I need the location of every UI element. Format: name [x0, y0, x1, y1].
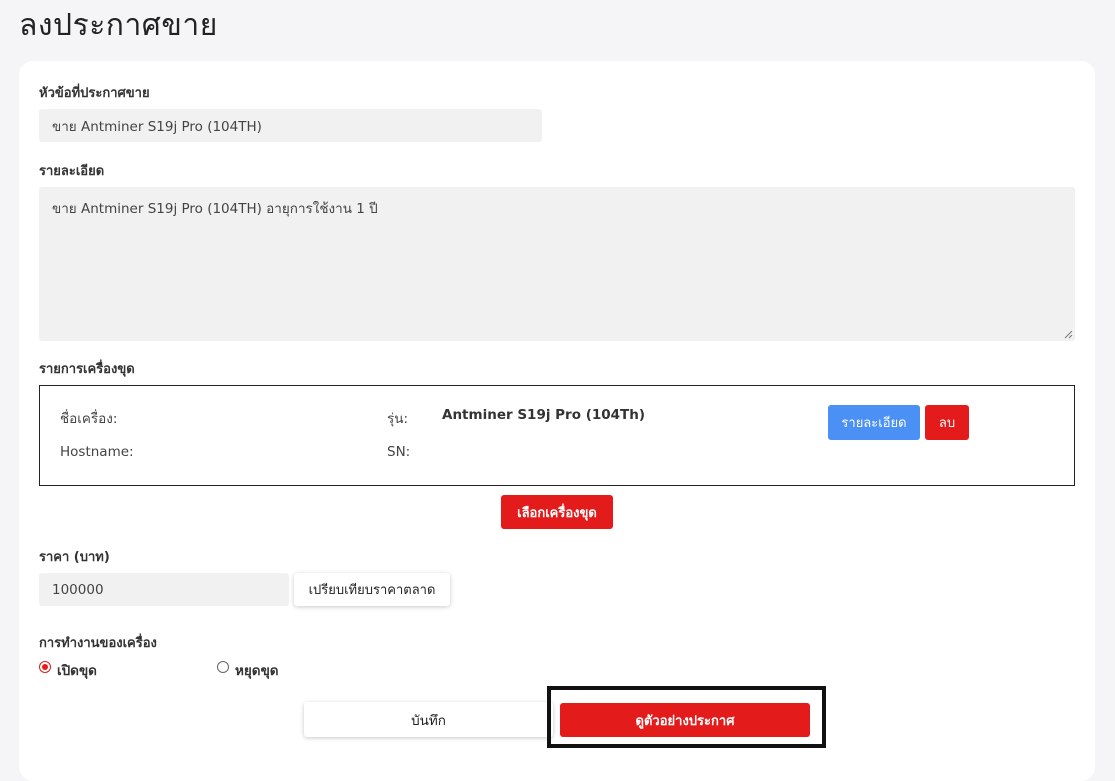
miner-name-label: ชื่อเครื่อง: — [60, 411, 118, 427]
price-label: ราคา (บาท) — [39, 550, 110, 565]
miners-label: รายการเครื่องขุด — [39, 362, 135, 377]
radio-mining-off-label[interactable]: หยุดขุด — [235, 659, 279, 681]
miner-model-label: รุ่น: — [387, 411, 409, 427]
listing-title-label: หัวข้อที่ประกาศขาย — [39, 86, 150, 101]
details-label: รายละเอียด — [39, 164, 105, 179]
select-miner-button[interactable]: เลือกเครื่องขุด — [501, 495, 613, 529]
details-value: ขาย Antminer S19j Pro (104TH) อายุการใช้… — [52, 201, 378, 217]
price-value: 100000 — [52, 581, 104, 598]
miner-sn-label: SN: — [387, 444, 411, 460]
highlight-frame — [547, 686, 826, 748]
details-textarea[interactable]: ขาย Antminer S19j Pro (104TH) อายุการใช้… — [39, 187, 1075, 341]
save-button[interactable]: บันทึก — [304, 702, 553, 737]
compare-price-button[interactable]: เปรียบเทียบราคาตลาด — [294, 573, 450, 606]
operation-label: การทำงานของเครื่อง — [39, 636, 157, 651]
radio-mining-on-label[interactable]: เปิดขุด — [57, 659, 97, 681]
miner-model-value: Antminer S19j Pro (104Th) — [442, 407, 646, 423]
miner-hostname-label: Hostname: — [60, 444, 134, 460]
listing-title-input[interactable]: ขาย Antminer S19j Pro (104TH) — [39, 109, 542, 142]
radio-mining-on[interactable] — [39, 661, 51, 673]
resize-grip-icon[interactable] — [1064, 330, 1073, 339]
listing-title-value: ขาย Antminer S19j Pro (104TH) — [52, 118, 262, 135]
miner-delete-button[interactable]: ลบ — [925, 405, 969, 440]
listing-form-card: หัวข้อที่ประกาศขาย ขาย Antminer S19j Pro… — [19, 61, 1095, 781]
miner-details-button[interactable]: รายละเอียด — [828, 405, 920, 440]
miner-list-item: ชื่อเครื่อง: รุ่น: Antminer S19j Pro (10… — [39, 385, 1075, 486]
page-title: ลงประกาศขาย — [19, 8, 218, 43]
price-input[interactable]: 100000 — [39, 573, 289, 606]
radio-mining-off[interactable] — [217, 661, 229, 673]
